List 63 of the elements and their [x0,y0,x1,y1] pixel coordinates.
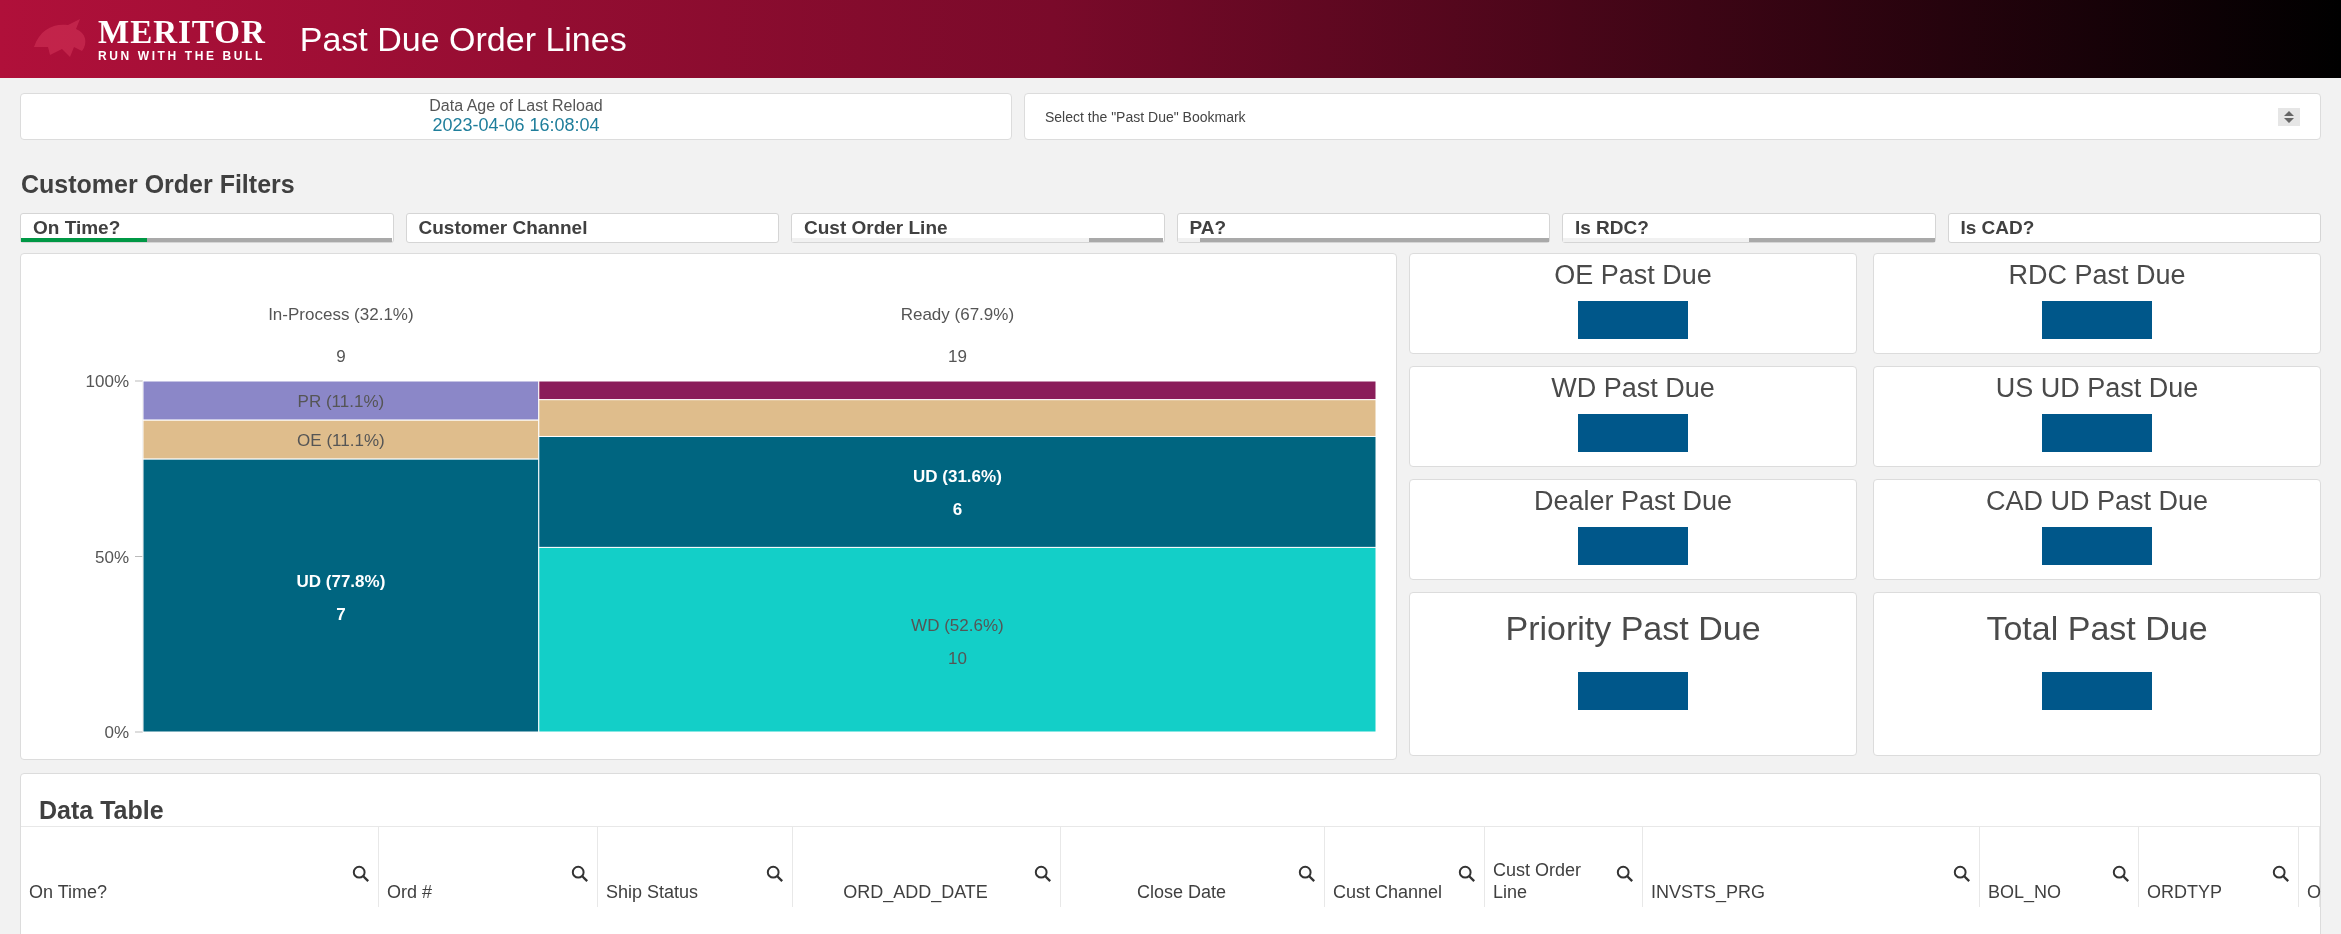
logo-name: MERITOR [98,15,266,49]
search-icon[interactable] [766,865,784,883]
column-header[interactable]: INVSTS_PRG [1643,827,1980,907]
column-header[interactable]: Ship Status [598,827,793,907]
filter-pane[interactable]: PA? [1176,213,1550,243]
column-header[interactable]: O [2299,827,2320,907]
search-icon[interactable] [2272,865,2290,883]
data-label: PR (11.1%) [297,391,385,411]
section-title: Customer Order Filters [20,169,296,200]
kpi-title: WD Past Due [1551,373,1715,404]
filter-pane[interactable]: Is RDC? [1562,213,1936,243]
data-label: UD (31.6%) [913,466,1002,486]
column-header[interactable]: ORDTYP [2139,827,2299,907]
data-label: OE (11.1%) [297,430,385,450]
category-label: Ready (67.9%) [900,305,1015,324]
filter-pane[interactable]: Is CAD? [1947,213,2321,243]
column-header[interactable]: On Time? [21,827,379,907]
column-header[interactable]: Ord # [379,827,598,907]
search-icon[interactable] [1616,865,1634,883]
search-icon[interactable] [1298,865,1316,883]
data-label: WD (52.6%) [911,615,1004,635]
data-label: 10 [947,649,967,669]
data-label: 9 [336,347,346,367]
search-icon[interactable] [1458,865,1476,883]
search-icon[interactable] [1034,865,1052,883]
kpi-title: US UD Past Due [1995,373,2199,404]
table-title: Data Table [38,795,165,826]
kpi-title: OE Past Due [1554,260,1712,291]
data-age-value: 2023-04-06 16:08:04 [432,115,600,136]
chart-bar-segment[interactable] [142,458,540,733]
sort-arrows-icon [2278,107,2300,126]
column-header[interactable]: Close Date [1061,827,1325,907]
bookmark-dropdown[interactable]: Select the "Past Due" Bookmark [1024,93,2321,140]
y-tick-label: 50% [94,547,129,567]
kpi-title: RDC Past Due [2008,260,2186,291]
search-icon[interactable] [571,865,589,883]
y-tick-label: 100% [85,372,129,391]
column-header[interactable]: Cust Order Line [1485,827,1643,907]
logo-tagline: RUN WITH THE BULL [98,49,265,63]
chart-bar-segment[interactable] [538,380,1377,401]
data-label: UD (77.8%) [296,572,386,592]
column-header[interactable]: Cust Channel [1325,827,1485,907]
search-icon[interactable] [352,865,370,883]
chart-bar-segment[interactable] [538,435,1377,548]
filter-pane[interactable]: On Time? [20,213,394,243]
data-age-label: Data Age of Last Reload [429,97,603,115]
filter-pane[interactable]: Cust Order Line [791,213,1165,243]
data-label: 6 [952,500,963,520]
kpi-title: Dealer Past Due [1533,486,1733,517]
category-label: In-Process (32.1%) [268,305,414,324]
filter-pane[interactable]: Customer Channel [405,213,779,243]
kpi-title: Total Past Due [1986,609,2208,648]
kpi-title: CAD UD Past Due [1985,486,2209,517]
search-icon[interactable] [2112,865,2130,883]
y-tick-label: 0% [104,723,129,742]
data-label: 19 [947,347,967,367]
data-label: 7 [336,605,346,625]
search-icon[interactable] [1953,865,1971,883]
column-header[interactable]: BOL_NO [1980,827,2139,907]
app-title: Past Due Order Lines [299,19,627,59]
kpi-title: Priority Past Due [1505,609,1761,648]
column-header[interactable]: ORD_ADD_DATE [793,827,1061,907]
chart-bar-segment[interactable] [142,380,540,421]
